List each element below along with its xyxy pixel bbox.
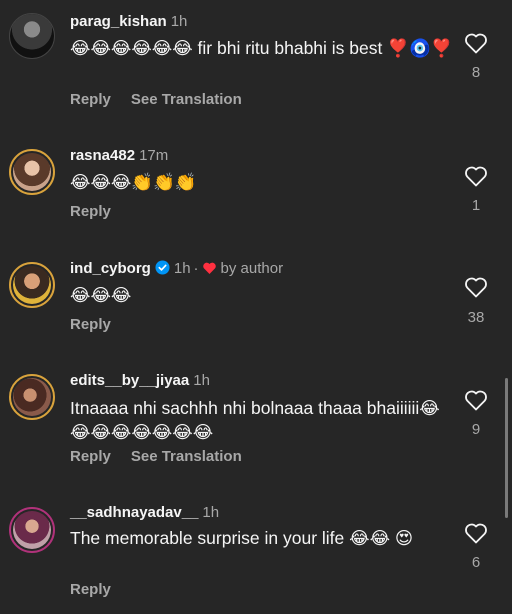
comment-meta: ind_cyborg 1h · by author [70,260,283,278]
username[interactable]: ind_cyborg [70,260,151,277]
like-count: 38 [467,309,485,326]
comment-text: 😂😂😂😂😂😂 fir bhi ritu bhabhi is best ❣️🧿❣️ [70,38,453,58]
like-count: 8 [471,64,481,81]
avatar[interactable] [9,149,55,195]
reply-button[interactable]: Reply [70,316,111,333]
comment-actions: Reply See Translation [70,91,242,108]
timestamp: 1h [193,372,210,389]
username[interactable]: parag_kishan [70,13,167,30]
timestamp: 1h [173,260,191,277]
like-count: 9 [471,421,481,438]
like-count: 6 [471,554,481,571]
heart-filled-icon [202,262,216,274]
username[interactable]: rasna482 [70,147,135,164]
avatar[interactable] [9,13,55,59]
avatar[interactable] [9,507,55,553]
comment-actions: Reply See Translation [70,448,242,465]
reply-button[interactable]: Reply [70,203,111,220]
comment-actions: Reply [70,316,111,333]
scrollbar[interactable] [505,378,508,518]
heart-outline-icon[interactable] [464,389,488,411]
avatar[interactable] [9,262,55,308]
heart-outline-icon[interactable] [464,32,488,54]
comment-meta: parag_kishan 1h [70,13,187,31]
comment-text: 😂😂😂👏👏👏 [70,172,197,192]
timestamp: 17m [139,147,169,164]
comment-actions: Reply [70,203,111,220]
timestamp: 1h [202,504,220,521]
reply-button[interactable]: Reply [70,581,111,598]
heart-outline-icon[interactable] [464,276,488,298]
avatar[interactable] [9,374,55,420]
comment-text: 😂😂😂 [70,285,132,305]
username[interactable]: __sadhnayadav__ [70,504,198,521]
comment-meta: rasna482 17m [70,147,168,165]
username[interactable]: edits__by__jiyaa [70,372,189,389]
see-translation-button[interactable]: See Translation [131,448,242,465]
author-liked-label: by author [220,260,284,277]
heart-outline-icon[interactable] [464,165,488,187]
separator-dot: · [193,260,199,277]
comment-text: Itnaaaa nhi sachhh nhi bolnaaa thaaa bha… [70,398,440,442]
verified-badge-icon [155,260,170,275]
comment-text: The memorable surprise in your life 😂😂 😍 [70,528,414,548]
heart-outline-icon[interactable] [464,522,488,544]
comment-meta: edits__by__jiyaa 1h [70,372,210,390]
reply-button[interactable]: Reply [70,91,111,108]
like-count: 1 [471,197,481,214]
comment-actions: Reply [70,581,111,598]
comment-meta: __sadhnayadav__ 1h [70,504,219,522]
see-translation-button[interactable]: See Translation [131,91,242,108]
timestamp: 1h [170,13,188,30]
reply-button[interactable]: Reply [70,448,111,465]
